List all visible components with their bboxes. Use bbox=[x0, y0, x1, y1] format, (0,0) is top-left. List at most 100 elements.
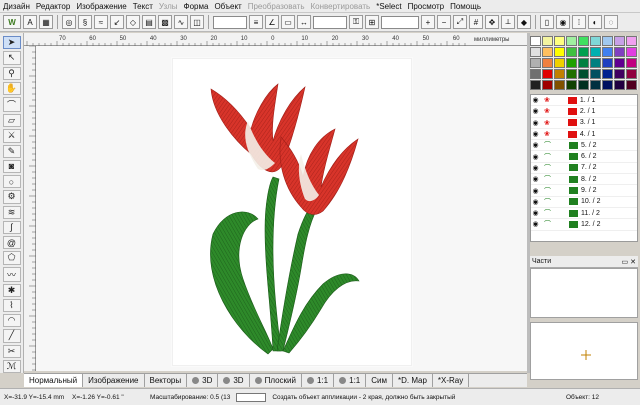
color-swatch[interactable] bbox=[554, 80, 565, 90]
color-swatch[interactable] bbox=[590, 69, 601, 79]
object-row[interactable]: ◉ ❀ 1. / 1 bbox=[531, 95, 637, 107]
object-color-box[interactable] bbox=[569, 198, 578, 206]
color-swatch[interactable] bbox=[542, 69, 553, 79]
curve-icon[interactable]: ∫ bbox=[2, 220, 21, 234]
star-icon[interactable]: ✱ bbox=[2, 283, 21, 297]
color-swatch[interactable] bbox=[578, 58, 589, 68]
view-tab[interactable]: 3D bbox=[187, 374, 219, 387]
color-swatch[interactable] bbox=[542, 58, 553, 68]
color-swatch[interactable] bbox=[566, 36, 577, 46]
logo-icon[interactable]: W bbox=[3, 15, 21, 29]
visibility-eye-icon[interactable]: ◉ bbox=[531, 220, 540, 228]
visibility-eye-icon[interactable]: ◉ bbox=[531, 187, 540, 195]
visibility-eye-icon[interactable]: ◉ bbox=[531, 153, 540, 161]
menu-item[interactable]: Узлы bbox=[156, 2, 181, 11]
object-row[interactable]: ◉ ⌒ 8. / 2 bbox=[531, 174, 637, 186]
zoom-out-icon[interactable]: − bbox=[437, 15, 451, 29]
menu-item[interactable]: Помощь bbox=[447, 2, 484, 11]
color-swatch[interactable] bbox=[542, 47, 553, 57]
color-swatch[interactable] bbox=[566, 80, 577, 90]
menu-item[interactable]: Текст bbox=[130, 2, 156, 11]
color-swatch[interactable] bbox=[530, 80, 541, 90]
color-swatch[interactable] bbox=[566, 58, 577, 68]
scale-field[interactable] bbox=[236, 392, 267, 402]
color-swatch[interactable] bbox=[626, 36, 637, 46]
color-swatch[interactable] bbox=[566, 47, 577, 57]
monogram-icon[interactable]: ℳ bbox=[2, 359, 21, 373]
design-canvas[interactable] bbox=[36, 46, 527, 371]
color-swatch[interactable] bbox=[590, 80, 601, 90]
width-dropdown[interactable] bbox=[313, 15, 347, 29]
object-row[interactable]: ◉ ⌒ 11. / 2 bbox=[531, 208, 637, 220]
object-row[interactable]: ◉ ❀ 2. / 1 bbox=[531, 106, 637, 118]
underlay-icon[interactable]: ▭ bbox=[281, 15, 295, 29]
spiral-icon[interactable]: @ bbox=[2, 236, 21, 250]
color-swatch[interactable] bbox=[578, 36, 589, 46]
color-swatch[interactable] bbox=[602, 69, 613, 79]
color-swatch[interactable] bbox=[590, 36, 601, 46]
stem-left[interactable] bbox=[264, 176, 282, 352]
visibility-eye-icon[interactable]: ◉ bbox=[531, 130, 540, 138]
view-tab[interactable]: 1:1 bbox=[334, 374, 367, 387]
zoom-in-icon[interactable]: + bbox=[421, 15, 435, 29]
needle-icon[interactable]: ↙ bbox=[110, 15, 124, 29]
line-icon[interactable]: ╱ bbox=[2, 329, 21, 343]
view-tab[interactable]: 3D bbox=[218, 374, 250, 387]
visibility-eye-icon[interactable]: ◉ bbox=[531, 198, 540, 206]
color-swatch[interactable] bbox=[566, 69, 577, 79]
color-swatch[interactable] bbox=[602, 58, 613, 68]
color-swatch[interactable] bbox=[554, 69, 565, 79]
color-swatch[interactable] bbox=[590, 47, 601, 57]
reshape-icon[interactable]: ⌒ bbox=[2, 97, 21, 112]
color-swatch[interactable] bbox=[554, 58, 565, 68]
color-swatch[interactable] bbox=[614, 36, 625, 46]
stitch-view-icon[interactable]: ⁞ bbox=[572, 15, 586, 29]
view-tab[interactable]: *D. Map bbox=[393, 374, 433, 387]
color-swatch[interactable] bbox=[530, 69, 541, 79]
menu-item[interactable]: Дизайн bbox=[0, 2, 33, 11]
minimize-icon[interactable]: ▭ bbox=[622, 259, 629, 266]
color-swatch[interactable] bbox=[614, 58, 625, 68]
satin-icon[interactable]: ▤ bbox=[142, 15, 156, 29]
view-tab[interactable]: Плоский bbox=[249, 374, 302, 387]
leaf-left[interactable] bbox=[210, 211, 274, 355]
node-icon[interactable]: ◆ bbox=[517, 15, 531, 29]
applique-icon[interactable]: ◫ bbox=[190, 15, 204, 29]
visibility-eye-icon[interactable]: ◉ bbox=[531, 141, 540, 149]
object-row[interactable]: ◉ ⌒ 12. / 2 bbox=[531, 219, 637, 231]
node-edit-icon[interactable]: ↖ bbox=[2, 51, 21, 65]
object-row[interactable]: ◉ ⌒ 5. / 2 bbox=[531, 140, 637, 152]
color-swatch[interactable] bbox=[626, 80, 637, 90]
select-arrow-icon[interactable]: ➤ bbox=[2, 36, 21, 50]
color-swatch[interactable] bbox=[542, 80, 553, 90]
menu-item[interactable]: Просмотр bbox=[405, 2, 448, 11]
text-tool-icon[interactable]: A bbox=[23, 15, 37, 29]
object-color-box[interactable] bbox=[569, 141, 578, 149]
menu-item[interactable]: Объект bbox=[211, 2, 244, 11]
view-icon[interactable]: ◉ bbox=[556, 15, 570, 29]
view-tab[interactable]: Сим bbox=[366, 374, 393, 387]
eraser-icon[interactable]: ▱ bbox=[2, 114, 21, 128]
measure-icon[interactable]: ⟂ bbox=[501, 15, 515, 29]
bezier-icon[interactable]: ⌇ bbox=[2, 298, 21, 312]
color-swatch[interactable] bbox=[602, 36, 613, 46]
group-icon[interactable]: ⊞ bbox=[365, 15, 379, 29]
camera-icon[interactable]: ◙ bbox=[2, 159, 21, 173]
thread-icon[interactable]: § bbox=[78, 15, 92, 29]
arc-icon[interactable]: ◠ bbox=[2, 314, 21, 328]
fill-pattern-icon[interactable]: ▩ bbox=[158, 15, 172, 29]
outline-view-icon[interactable]: ◌ bbox=[604, 15, 618, 29]
gear-icon[interactable]: ⚙ bbox=[2, 190, 21, 204]
object-row[interactable]: ◉ ⌒ 9. / 2 bbox=[531, 185, 637, 197]
zoom-tool-icon[interactable]: ⚲ bbox=[2, 66, 21, 80]
object-color-box[interactable] bbox=[569, 175, 578, 183]
view-tab[interactable]: Нормальный bbox=[24, 374, 84, 387]
object-row[interactable]: ◉ ❀ 3. / 1 bbox=[531, 118, 637, 129]
circle-icon[interactable]: ○ bbox=[2, 175, 21, 189]
knife-icon[interactable]: ⚔ bbox=[2, 129, 21, 143]
visibility-eye-icon[interactable]: ◉ bbox=[531, 107, 540, 115]
visibility-eye-icon[interactable]: ◉ bbox=[531, 119, 540, 127]
hoop-icon[interactable]: ◎ bbox=[62, 15, 76, 29]
color-swatch[interactable] bbox=[530, 36, 541, 46]
color-swatch[interactable] bbox=[626, 47, 637, 57]
